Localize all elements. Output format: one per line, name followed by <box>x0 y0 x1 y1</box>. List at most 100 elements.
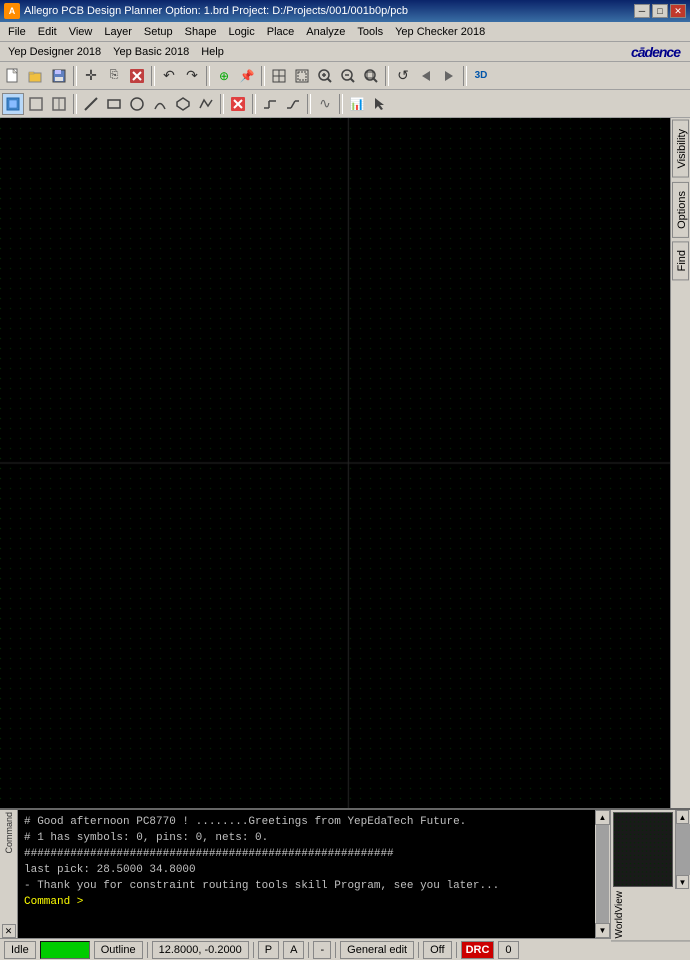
redo-btn[interactable]: ↷ <box>181 65 203 87</box>
menu-yep-designer[interactable]: Yep Designer 2018 <box>2 44 107 60</box>
worldview-scroll-track[interactable] <box>676 824 690 875</box>
menu-bar-2: Yep Designer 2018 Yep Basic 2018 Help cā… <box>0 42 690 62</box>
undo-btn[interactable]: ↶ <box>158 65 180 87</box>
a-label: A <box>283 941 304 959</box>
select3-btn[interactable] <box>48 93 70 115</box>
sep-6 <box>463 66 467 86</box>
move-btn[interactable]: ✛ <box>80 65 102 87</box>
canvas-area[interactable] <box>0 118 670 808</box>
menu-edit[interactable]: Edit <box>32 24 63 40</box>
console-clear-btn[interactable]: ✕ <box>2 924 16 938</box>
app-icon: A <box>4 3 20 19</box>
find-tab[interactable]: Find <box>672 241 689 280</box>
console-scroll-track[interactable] <box>596 825 609 923</box>
console-area: Command ✕ # Good afternoon PC8770 ! ....… <box>0 808 690 938</box>
prev-view-btn[interactable] <box>415 65 437 87</box>
worldview-label: WorldView <box>611 889 690 941</box>
arc-btn[interactable] <box>149 93 171 115</box>
visibility-tab[interactable]: Visibility <box>672 120 689 178</box>
status-div-4 <box>335 942 336 958</box>
wave-btn[interactable]: ∿ <box>314 93 336 115</box>
zoom-in-btn[interactable] <box>314 65 336 87</box>
menu-logic[interactable]: Logic <box>222 24 260 40</box>
worldview-scroll-down[interactable]: ▼ <box>676 875 689 889</box>
off-label: Off <box>423 941 451 959</box>
title-bar: A Allegro PCB Design Planner Option: 1.b… <box>0 0 690 22</box>
line-btn[interactable] <box>80 93 102 115</box>
menu-tools[interactable]: Tools <box>351 24 389 40</box>
menu-yep-checker[interactable]: Yep Checker 2018 <box>389 24 491 40</box>
menu-help[interactable]: Help <box>195 44 230 60</box>
menu-setup[interactable]: Setup <box>138 24 179 40</box>
console-scroll-down-btn[interactable]: ▼ <box>595 923 610 938</box>
polygon-btn[interactable] <box>172 93 194 115</box>
circle-btn[interactable] <box>126 93 148 115</box>
worldview-area: ▲ ▼ WorldView <box>610 810 690 938</box>
zoom-box-btn[interactable] <box>291 65 313 87</box>
menu-shape[interactable]: Shape <box>179 24 223 40</box>
status-div-3 <box>308 942 309 958</box>
pin-btn[interactable]: 📌 <box>236 65 258 87</box>
zoom-out-btn[interactable] <box>337 65 359 87</box>
menu-analyze[interactable]: Analyze <box>300 24 351 40</box>
rect-btn[interactable] <box>103 93 125 115</box>
console-scroll-up-btn[interactable]: ▲ <box>595 810 610 825</box>
menu-bar-1: File Edit View Layer Setup Shape Logic P… <box>0 22 690 42</box>
p-label: P <box>258 941 279 959</box>
sep-2 <box>151 66 155 86</box>
snap-btn[interactable]: ⊕ <box>213 65 235 87</box>
save-btn[interactable] <box>48 65 70 87</box>
status-div-6 <box>456 942 457 958</box>
options-tab[interactable]: Options <box>672 182 689 238</box>
outline-label: Outline <box>94 941 143 959</box>
sep2-4 <box>307 94 311 114</box>
drc-count: 0 <box>498 941 518 959</box>
route-btn[interactable] <box>259 93 281 115</box>
edit-mode: General edit <box>340 941 414 959</box>
3d-btn[interactable]: 3D <box>470 65 492 87</box>
maximize-btn[interactable]: □ <box>652 4 668 18</box>
console-line-5: - Thank you for constraint routing tools… <box>24 878 589 894</box>
delete-btn[interactable] <box>126 65 148 87</box>
zoom-area-btn[interactable] <box>360 65 382 87</box>
menu-view[interactable]: View <box>63 24 99 40</box>
path-btn[interactable] <box>195 93 217 115</box>
cursor-btn[interactable] <box>369 93 391 115</box>
sep2-1 <box>73 94 77 114</box>
open-btn[interactable] <box>25 65 47 87</box>
cadence-logo: cādence <box>631 44 688 60</box>
status-div-2 <box>253 942 254 958</box>
new-btn[interactable] <box>2 65 24 87</box>
worldview-scrollbar[interactable]: ▲ ▼ <box>675 810 690 889</box>
menu-file[interactable]: File <box>2 24 32 40</box>
zoom-fit-btn[interactable] <box>268 65 290 87</box>
minimize-btn[interactable]: ─ <box>634 4 650 18</box>
console-line-3: ########################################… <box>24 846 589 862</box>
idle-label: Idle <box>4 941 36 959</box>
route2-btn[interactable] <box>282 93 304 115</box>
console-line-1: # Good afternoon PC8770 ! ........Greeti… <box>24 814 589 830</box>
menu-layer[interactable]: Layer <box>98 24 138 40</box>
next-view-btn[interactable] <box>438 65 460 87</box>
menu-yep-basic[interactable]: Yep Basic 2018 <box>107 44 195 60</box>
worldview-scroll-up[interactable]: ▲ <box>676 810 689 824</box>
status-div-1 <box>147 942 148 958</box>
console-scrollbar[interactable]: ▲ ▼ <box>595 810 610 938</box>
sep-4 <box>261 66 265 86</box>
menu-place[interactable]: Place <box>261 24 301 40</box>
title-buttons[interactable]: ─ □ ✕ <box>634 4 686 18</box>
sep-3 <box>206 66 210 86</box>
close-btn[interactable]: ✕ <box>670 4 686 18</box>
sep-1 <box>73 66 77 86</box>
sep2-2 <box>220 94 224 114</box>
redraw-btn[interactable]: ↺ <box>392 65 414 87</box>
select-active-btn[interactable] <box>2 93 24 115</box>
copy-btn[interactable]: ⎘ <box>103 65 125 87</box>
toolbar-2: ∿ 📊 <box>0 90 690 118</box>
select2-btn[interactable] <box>25 93 47 115</box>
console-command-prompt[interactable]: Command > <box>24 894 589 910</box>
title-bar-left: A Allegro PCB Design Planner Option: 1.b… <box>4 3 408 19</box>
console-line-4: last pick: 28.5000 34.8000 <box>24 862 589 878</box>
cut-btn[interactable] <box>227 93 249 115</box>
chart-btn[interactable]: 📊 <box>346 93 368 115</box>
